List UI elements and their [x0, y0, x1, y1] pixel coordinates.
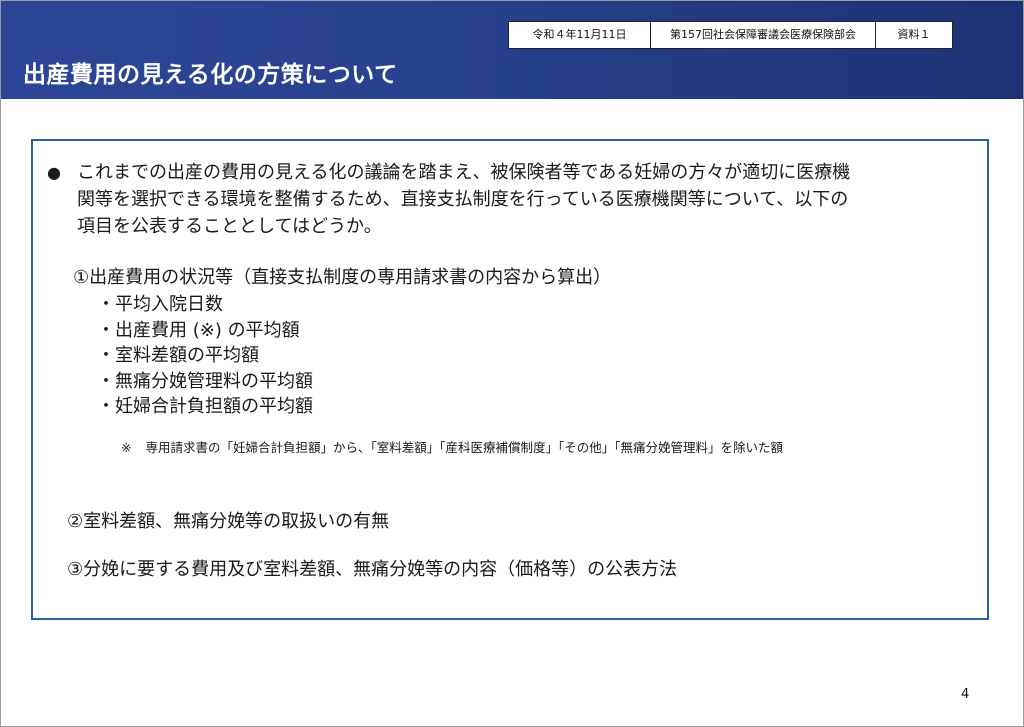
intro-line: 項目を公表することとしてはどうか。: [77, 216, 382, 237]
section2-heading: ②室料差額、無痛分娩等の取扱いの有無: [67, 511, 390, 532]
footnote: ※ 専用請求書の「妊婦合計負担額」から、「室料差額」「産科医療補償制度」「その他」…: [121, 437, 783, 456]
section1-heading: ①出産費用の状況等（直接支払制度の専用請求書の内容から算出）: [73, 267, 612, 288]
committee-name: 第157回社会保障審議会医療保険部会: [650, 21, 876, 49]
content-box: ● これまでの出産の費用の見える化の議論を踏まえ、被保険者等である妊婦の方々が適…: [31, 139, 989, 620]
list-item: ・出産費用 (※) の平均額: [97, 319, 300, 341]
list-item: ・無痛分娩管理料の平均額: [97, 370, 313, 392]
page-number: 4: [961, 687, 970, 702]
footnote-text: 専用請求書の「妊婦合計負担額」から、「室料差額」「産科医療補償制度」「その他」「…: [145, 440, 783, 455]
list-item: ・平均入院日数: [97, 294, 223, 315]
header-bar: 令和４年11月11日 第157回社会保障審議会医療保険部会 資料１ 出産費用の見…: [1, 1, 1023, 99]
bullet-icon: ●: [47, 163, 61, 182]
intro-line: 関等を選択できる環境を整備するため、直接支払制度を行っている医療機関等について、…: [77, 189, 849, 210]
intro-paragraph: ● これまでの出産の費用の見える化の議論を踏まえ、被保険者等である妊婦の方々が適…: [47, 159, 977, 240]
page-title: 出産費用の見える化の方策について: [23, 62, 398, 88]
intro-line: これまでの出産の費用の見える化の議論を踏まえ、被保険者等である妊婦の方々が適切に…: [77, 162, 851, 183]
meta-table: 令和４年11月11日 第157回社会保障審議会医療保険部会 資料１: [508, 21, 953, 49]
list-item: ・室料差額の平均額: [97, 345, 259, 366]
section1-item-list: ・平均入院日数 ・出産費用 (※) の平均額 ・室料差額の平均額 ・無痛分娩管理…: [97, 292, 313, 420]
meeting-date: 令和４年11月11日: [508, 21, 651, 49]
section3-heading: ③分娩に要する費用及び室料差額、無痛分娩等の内容（価格等）の公表方法: [67, 559, 678, 580]
list-item: ・妊婦合計負担額の平均額: [97, 396, 313, 417]
footnote-mark: ※: [121, 440, 132, 455]
document-label: 資料１: [875, 21, 953, 49]
intro-text: これまでの出産の費用の見える化の議論を踏まえ、被保険者等である妊婦の方々が適切に…: [77, 159, 977, 240]
slide: 令和４年11月11日 第157回社会保障審議会医療保険部会 資料１ 出産費用の見…: [0, 0, 1024, 727]
